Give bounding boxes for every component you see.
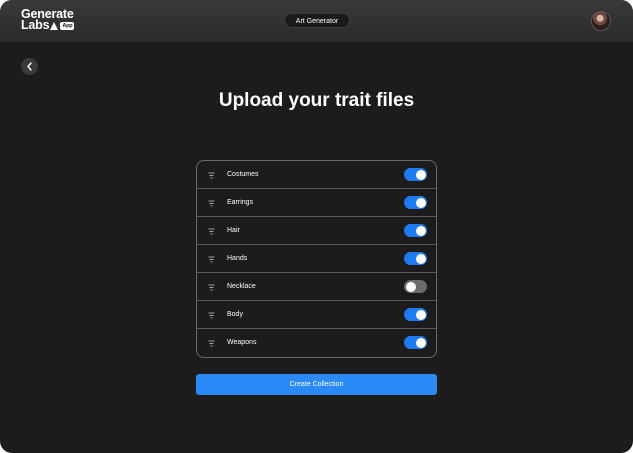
filter-icon: [208, 228, 215, 235]
trait-label: Costumes: [227, 171, 259, 178]
trait-toggle[interactable]: [404, 224, 427, 237]
user-avatar[interactable]: [591, 11, 611, 31]
app-badge: App: [60, 21, 75, 30]
trait-toggle[interactable]: [404, 308, 427, 321]
toggle-knob: [415, 197, 426, 208]
trait-toggle[interactable]: [404, 196, 427, 209]
trait-row[interactable]: Costumes: [197, 161, 436, 189]
toggle-knob: [415, 253, 426, 264]
trait-label: Body: [227, 311, 243, 318]
filter-icon: [208, 340, 215, 347]
chevron-left-icon: [27, 62, 32, 71]
create-collection-button[interactable]: Create Collection: [196, 374, 437, 395]
toggle-knob: [415, 169, 426, 180]
top-bar: Generate Labs App Art Generator: [0, 0, 633, 42]
back-button[interactable]: [21, 58, 38, 75]
trait-label: Hands: [227, 255, 248, 262]
trait-toggle[interactable]: [404, 252, 427, 265]
page-title: Upload your trait files: [218, 90, 415, 111]
toggle-knob: [415, 225, 426, 236]
trait-row[interactable]: Necklace: [197, 273, 436, 301]
trait-row[interactable]: Body: [197, 301, 436, 329]
trait-label: Earrings: [227, 199, 254, 206]
trait-row[interactable]: Earrings: [197, 189, 436, 217]
trait-toggle[interactable]: [404, 280, 427, 293]
filter-icon: [208, 172, 215, 179]
trait-list: Costumes Earrings Hair Hands Necklace Body Wea…: [196, 160, 437, 358]
toggle-knob: [415, 337, 426, 348]
art-generator-pill[interactable]: Art Generator: [284, 13, 350, 28]
filter-icon: [208, 284, 215, 291]
trait-row[interactable]: Weapons: [197, 329, 436, 357]
trait-label: Weapons: [227, 339, 257, 346]
trait-toggle[interactable]: [404, 168, 427, 181]
filter-icon: [208, 200, 215, 207]
trait-label: Hair: [227, 227, 240, 234]
filter-icon: [208, 256, 215, 263]
trait-row[interactable]: Hair: [197, 217, 436, 245]
brand-logo[interactable]: Generate Labs App: [21, 8, 75, 32]
trait-row[interactable]: Hands: [197, 245, 436, 273]
app-window: Generate Labs App Art Generator Upload y…: [0, 0, 633, 453]
trait-toggle[interactable]: [404, 336, 427, 349]
filter-icon: [208, 312, 215, 319]
logo-mark-icon: [50, 21, 59, 30]
toggle-knob: [415, 309, 426, 320]
logo-word-2: Labs: [21, 18, 50, 32]
toggle-knob: [405, 281, 416, 292]
trait-label: Necklace: [227, 283, 256, 290]
